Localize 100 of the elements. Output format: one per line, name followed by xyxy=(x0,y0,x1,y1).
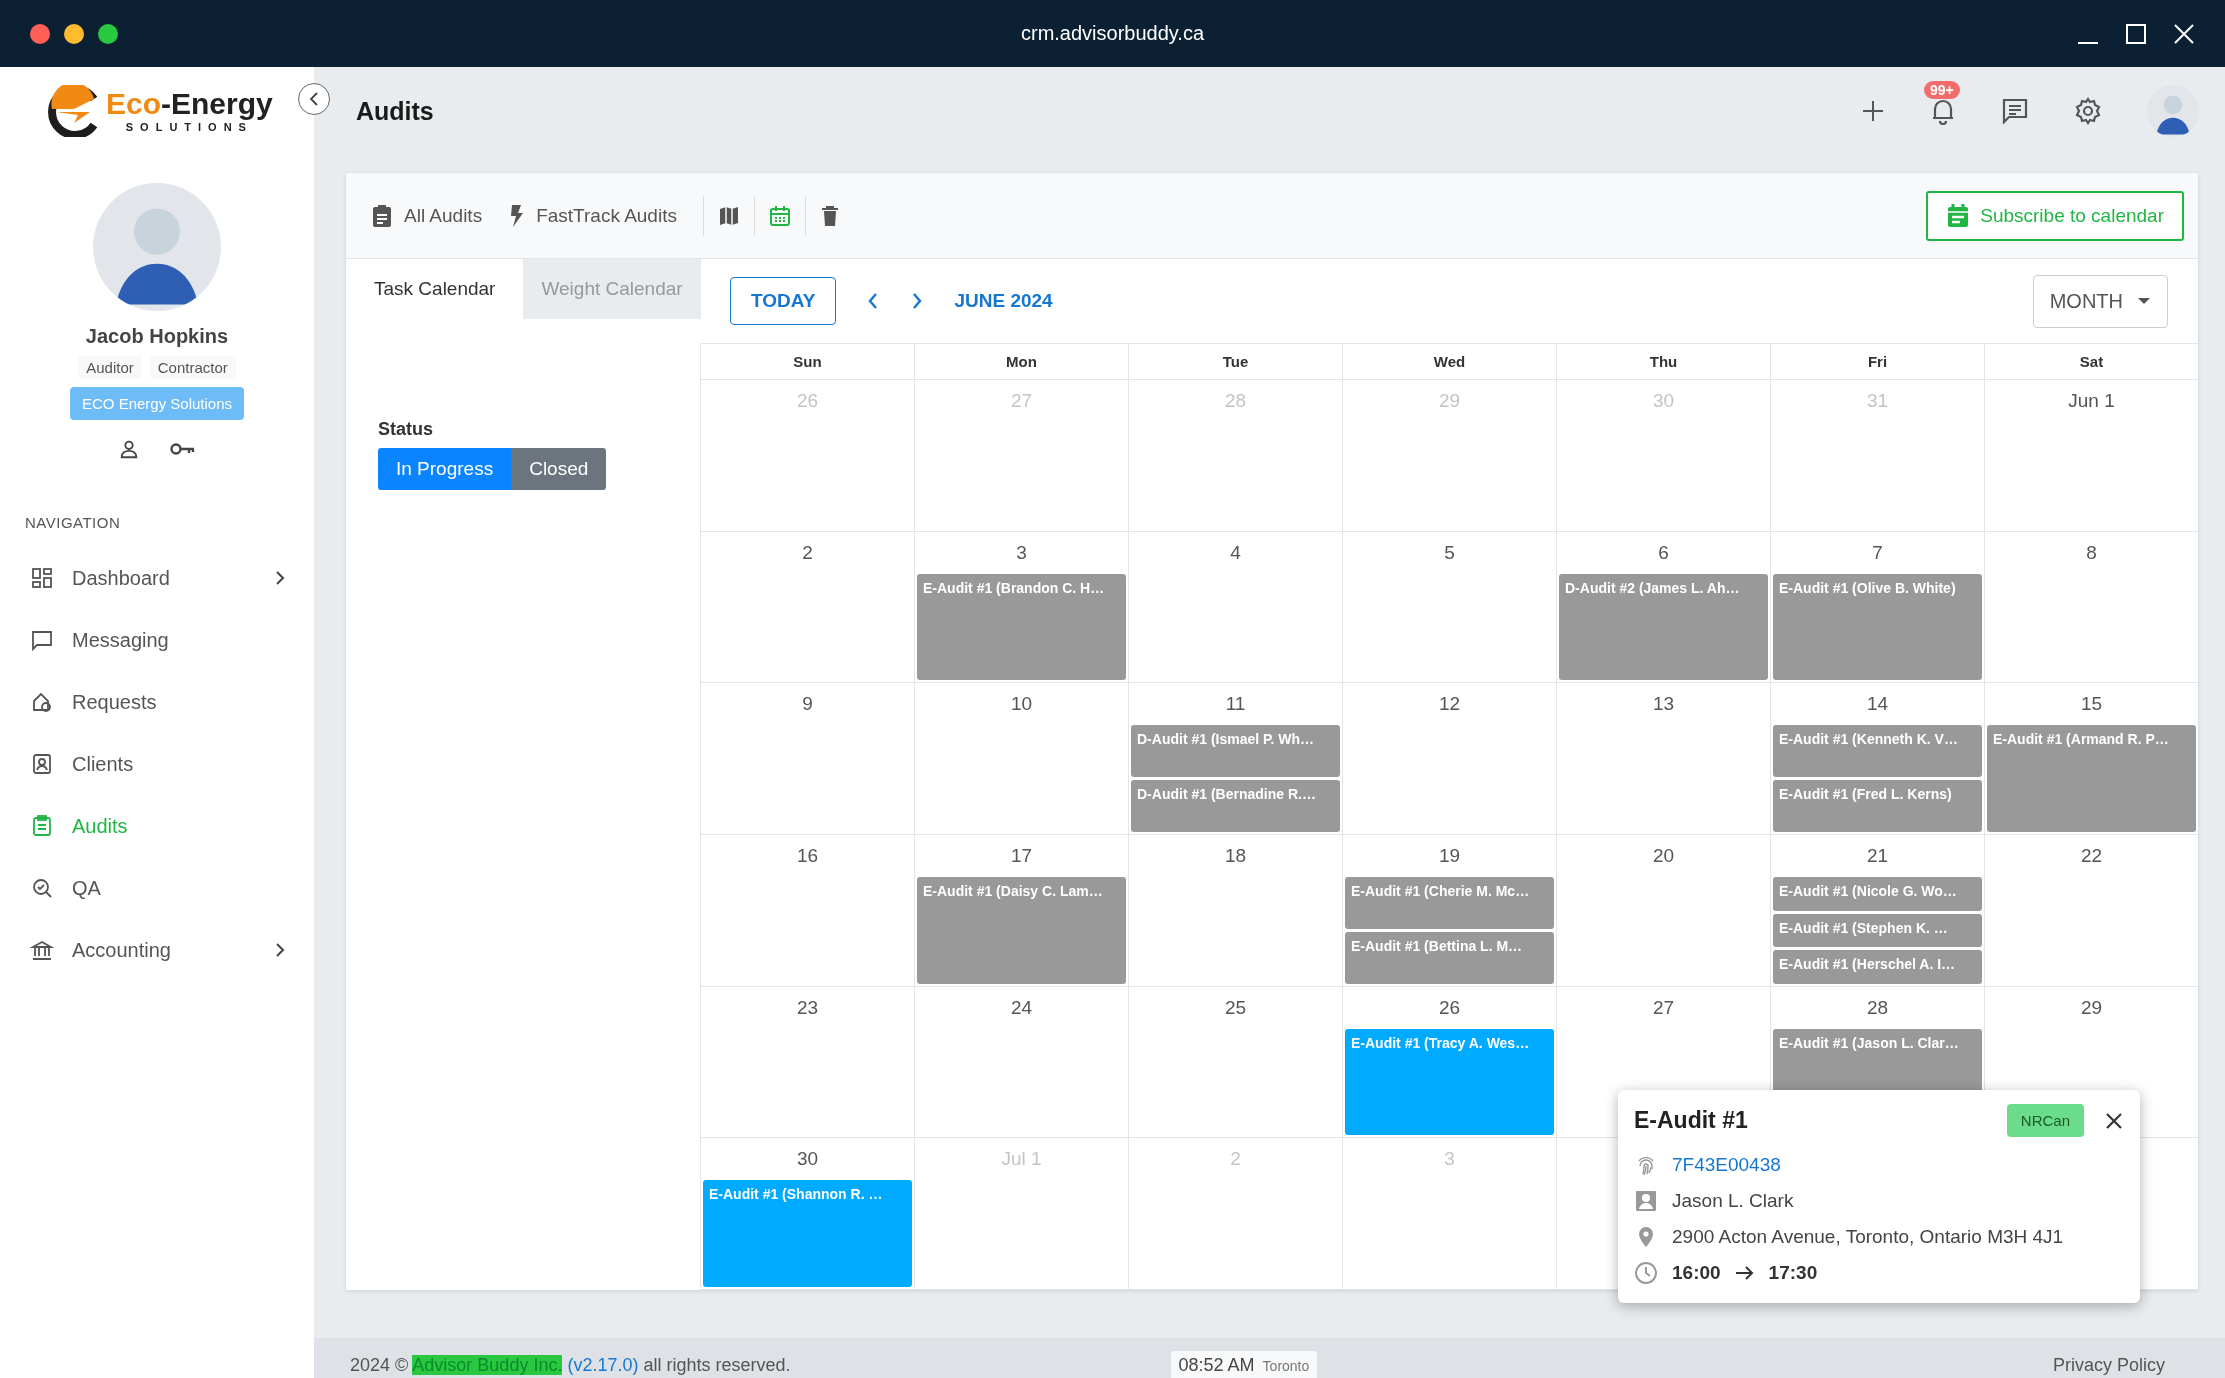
calendar-tab[interactable]: Weight Calendar xyxy=(523,259,701,319)
person-icon[interactable] xyxy=(118,438,140,460)
clock-city: Toronto xyxy=(1262,1358,1310,1374)
day-number: 28 xyxy=(1224,389,1247,413)
day-number: 26 xyxy=(796,389,819,413)
navigation-heading: NAVIGATION xyxy=(25,514,122,531)
calendar-event[interactable]: E-Audit #1 (Shannon R. … xyxy=(703,1180,912,1287)
calendar-event[interactable]: E-Audit #1 (Nicole G. Wo… xyxy=(1773,877,1982,911)
day-number: 13 xyxy=(1652,692,1675,717)
day-number: 2 xyxy=(1230,1147,1241,1172)
day-number: 10 xyxy=(1010,692,1033,717)
day-number: 8 xyxy=(2086,540,2097,565)
window-title: crm.advisorbuddy.ca xyxy=(1021,22,1204,45)
arrow-right-icon xyxy=(1734,1265,1755,1281)
close-icon[interactable] xyxy=(2173,22,2195,45)
view-dropdown[interactable]: MONTH xyxy=(2032,274,2168,328)
zoom-window-dot[interactable] xyxy=(98,23,118,44)
calendar-event[interactable]: E-Audit #1 (Tracy A. Wes… xyxy=(1345,1028,1554,1136)
qa-icon xyxy=(30,876,54,900)
avatar-placeholder[interactable] xyxy=(2147,85,2199,137)
calendar-event[interactable]: E-Audit #1 (Fred L. Kerns) xyxy=(1773,780,1982,832)
day-number: 2 xyxy=(802,540,813,565)
nav-item[interactable]: Messaging xyxy=(0,609,314,671)
maximize-icon[interactable] xyxy=(2125,22,2147,45)
map-icon xyxy=(717,204,740,227)
nav-item[interactable]: QA xyxy=(0,857,314,919)
calendar-event[interactable]: E-Audit #1 (Cherie M. Mc… xyxy=(1345,877,1554,929)
status-toggle[interactable]: In Progress xyxy=(378,448,512,490)
day-number: 6 xyxy=(1658,540,1669,565)
toolbar-link[interactable]: FastTrack Audits xyxy=(508,203,677,228)
calendar-icon xyxy=(1946,202,1971,229)
day-number: 9 xyxy=(802,692,813,717)
minimize-window-dot[interactable] xyxy=(64,23,84,44)
bell-icon[interactable] xyxy=(1930,97,1956,125)
accounting-icon xyxy=(30,938,54,962)
calendar-event[interactable]: E-Audit #1 (Bettina L. M… xyxy=(1345,931,1554,984)
nav-item[interactable]: Clients xyxy=(0,733,314,795)
weekday-header: Wed xyxy=(1342,344,1556,380)
subscribe-calendar-button[interactable]: Subscribe to calendar xyxy=(1926,190,2184,241)
messages-icon[interactable] xyxy=(2001,97,2029,125)
close-icon[interactable] xyxy=(2104,1110,2124,1131)
role-tag: Contractor xyxy=(149,356,236,379)
close-window-dot[interactable] xyxy=(30,23,50,44)
day-number: 5 xyxy=(1444,540,1455,565)
end-time: 17:30 xyxy=(1768,1262,1818,1284)
clock-time: 08:52 AM xyxy=(1178,1355,1255,1376)
day-number: 21 xyxy=(1866,844,1889,868)
day-number: 12 xyxy=(1438,692,1461,717)
notification-badge: 99+ xyxy=(1924,81,1960,99)
clients-icon xyxy=(30,752,54,776)
day-number: 31 xyxy=(1866,389,1889,413)
calendar-event[interactable]: E-Audit #1 (Armand R. P… xyxy=(1987,725,2196,832)
day-number: 7 xyxy=(1872,540,1883,565)
audits-icon xyxy=(30,814,54,838)
version-link[interactable]: (v2.17.0) xyxy=(567,1355,639,1375)
copyright-text: 2024 © Advisor Buddy Inc. (v2.17.0) all rights reserved. xyxy=(350,1355,791,1376)
day-number: 3 xyxy=(1444,1147,1455,1172)
day-number: 23 xyxy=(796,995,819,1020)
calendar-event[interactable]: E-Audit #1 (Stephen K. … xyxy=(1773,913,1982,948)
nav-item[interactable]: Requests xyxy=(0,671,314,733)
calendar-event[interactable]: E-Audit #1 (Kenneth K. V… xyxy=(1773,725,1982,778)
weekday-header: Tue xyxy=(1128,344,1342,380)
status-toggle[interactable]: Closed xyxy=(511,448,607,490)
profile-name: Jacob Hopkins xyxy=(85,325,229,348)
key-icon[interactable] xyxy=(170,440,196,458)
chevron-left-icon xyxy=(308,91,320,107)
day-number: Jul 1 xyxy=(1001,1147,1042,1172)
today-button[interactable]: TODAY xyxy=(730,277,837,325)
company-link[interactable]: Advisor Buddy Inc. xyxy=(412,1355,563,1375)
start-time: 16:00 xyxy=(1672,1262,1721,1284)
calendar-event[interactable]: E-Audit #1 (Daisy C. Lam… xyxy=(917,877,1126,984)
toolbar-link[interactable]: All Audits xyxy=(372,203,483,228)
day-number: 15 xyxy=(2080,692,2103,717)
chevron-right-icon xyxy=(274,570,286,586)
calendar-event[interactable]: D-Audit #1 (Bernadine R.… xyxy=(1131,780,1340,832)
contact-card-icon xyxy=(1634,1189,1658,1213)
nav-item[interactable]: Audits xyxy=(0,795,314,857)
month-title: JUNE 2024 xyxy=(954,290,1053,312)
calendar-event[interactable]: E-Audit #1 (Brandon C. H… xyxy=(917,573,1126,681)
add-icon[interactable] xyxy=(1861,99,1885,123)
dashboard-icon xyxy=(30,566,54,590)
day-number: 29 xyxy=(2080,995,2103,1020)
calendar-event[interactable]: D-Audit #2 (James L. Ah… xyxy=(1559,573,1768,681)
status-label: Status xyxy=(378,419,434,440)
company-button[interactable]: ECO Energy Solutions xyxy=(69,387,245,420)
weekday-header: Sat xyxy=(1984,344,2198,380)
nav-item[interactable]: Accounting xyxy=(0,919,314,981)
calendar-event[interactable]: E-Audit #1 (Herschel A. I… xyxy=(1773,950,1982,984)
calendar-event[interactable]: D-Audit #1 (Ismael P. Wh… xyxy=(1131,725,1340,778)
nav-item[interactable]: Dashboard xyxy=(0,547,314,609)
popup-title: E-Audit #1 xyxy=(1634,1107,1748,1134)
day-number: 26 xyxy=(1438,995,1461,1020)
day-number: 20 xyxy=(1652,844,1675,868)
calendar-event[interactable]: E-Audit #1 (Olive B. White) xyxy=(1773,573,1982,681)
reference-link[interactable]: 7F43E00438 xyxy=(1672,1154,1781,1176)
privacy-policy-link[interactable]: Privacy Policy xyxy=(2052,1355,2165,1376)
settings-icon[interactable] xyxy=(2074,97,2102,125)
logo-text: Eco-Energy xyxy=(106,89,273,119)
day-number: 17 xyxy=(1010,844,1033,868)
weekday-header: Sun xyxy=(700,344,914,380)
